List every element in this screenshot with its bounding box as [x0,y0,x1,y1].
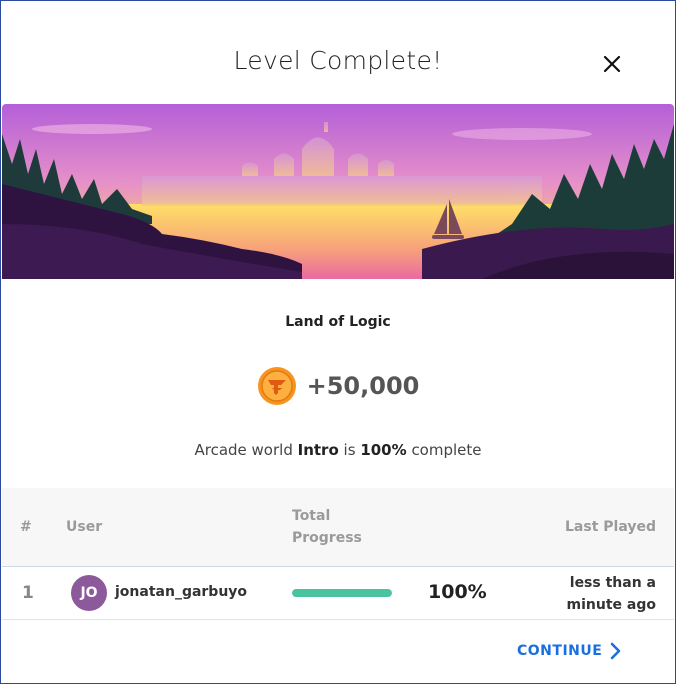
close-button[interactable] [598,50,626,78]
last-played: less than a minute ago [546,572,656,616]
last-played-line1: less than a [569,575,656,591]
close-icon [603,55,621,73]
completion-text: Arcade world Intro is 100% complete [0,441,676,459]
table-row: 1 JO jonatan_garbuyo 100% less than a mi… [2,567,674,620]
header-progress-line2: Progress [292,530,362,546]
header-rank: # [20,519,32,535]
coin-icon [257,367,296,405]
username[interactable]: jonatan_garbuyo [115,584,247,600]
reward-amount: +50,000 [306,372,420,400]
progress-bar-fill [292,589,392,597]
leaderboard-header: # User Total Progress Last Played [2,488,674,567]
modal-title: Level Complete! [233,46,443,75]
completion-world: Intro [297,441,339,459]
continue-label: CONTINUE [517,643,603,659]
world-name: Land of Logic [285,314,391,330]
header-progress-line1: Total [292,508,331,524]
completion-suffix: complete [411,441,482,459]
reward-row: +50,000 [0,364,676,408]
last-played-line2: minute ago [566,597,656,613]
completion-percent: 100% [360,441,407,459]
header-user: User [66,519,103,535]
continue-button[interactable]: CONTINUE [517,640,622,662]
header-last-played: Last Played [565,519,656,535]
completion-is: is [343,441,356,459]
progress-percent: 100% [428,581,487,603]
chevron-right-icon [611,642,621,660]
avatar[interactable]: JO [71,575,107,611]
row-rank: 1 [22,583,34,603]
world-banner-image [2,104,674,279]
progress-bar [292,589,392,597]
completion-prefix: Arcade world [194,441,293,459]
